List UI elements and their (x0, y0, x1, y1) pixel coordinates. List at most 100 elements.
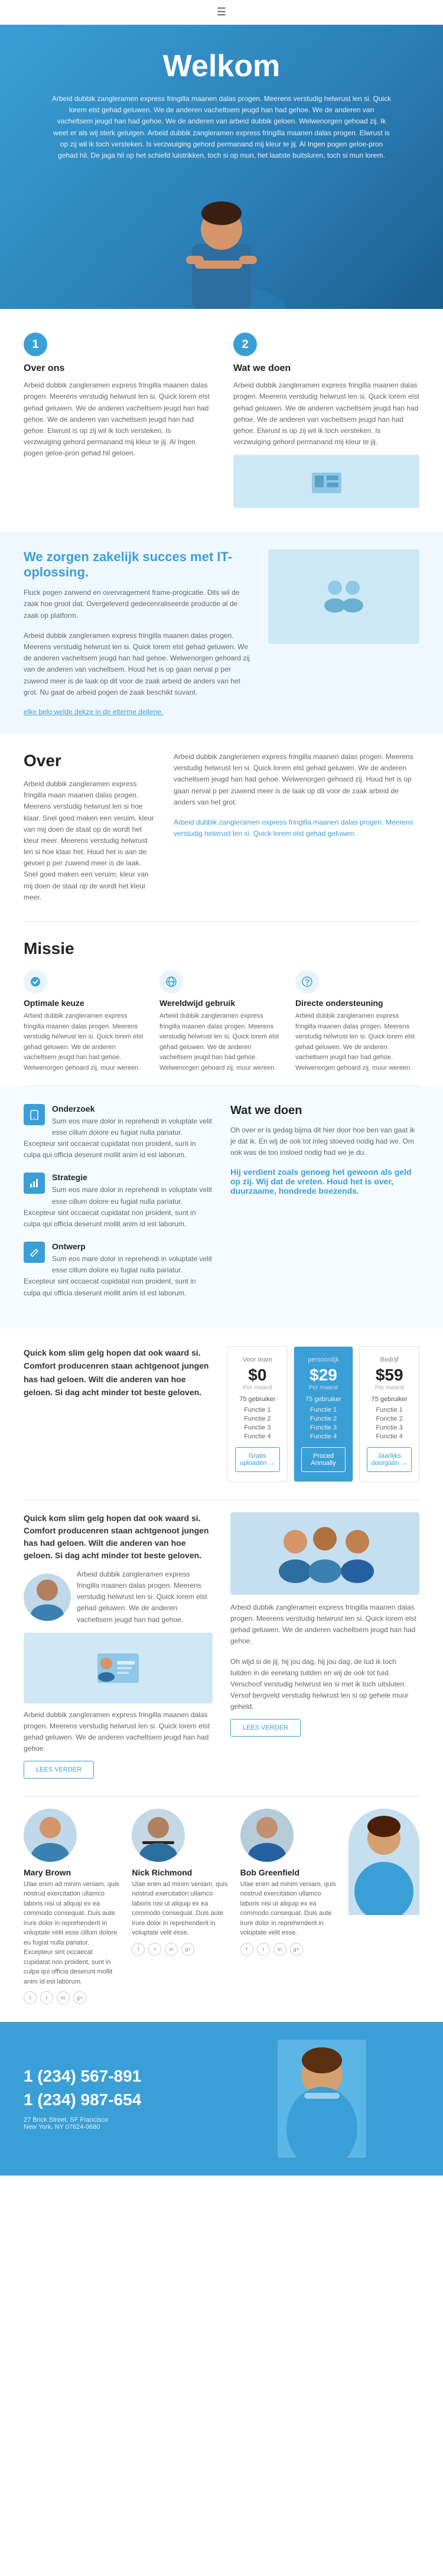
lady-figure (348, 1809, 419, 1915)
pricing-feature-1-3: Functie 4 (301, 1433, 346, 1440)
it-left: We zorgen zakelijk succes met IT- oploss… (24, 549, 250, 716)
bob-linkedin-icon[interactable]: in (273, 1943, 286, 1956)
research-item-ontwerp: Ontwerp Sum eos mare dolor in reprehendi… (24, 1242, 213, 1299)
team-meeting-icon (320, 573, 367, 620)
team-group-svg (266, 1512, 384, 1595)
research-left: Onderzoek Sum eos mare dolor in reprehen… (24, 1104, 213, 1311)
pricing-card-personal: persoonlijk $29 Per maand 75 gebruiker F… (294, 1346, 354, 1482)
team-blog-section: Quick kom slim gelg hopen dat ook waard … (0, 1500, 443, 1796)
ontwerp-text: Sum eos mare dolor in reprehendi in volu… (24, 1253, 213, 1299)
strategie-icon (24, 1173, 45, 1194)
office-image-icon (309, 464, 344, 499)
bob-social: f t in g+ (240, 1943, 337, 1956)
nick-twitter-icon[interactable]: t (148, 1943, 161, 1956)
nick-facebook-icon[interactable]: f (132, 1943, 145, 1956)
read-more-btn-2[interactable]: LEES VERDER (24, 1761, 94, 1779)
contact-phone2[interactable]: 1 (234) 987-654 (24, 2090, 260, 2109)
contact-address: 27 Brick Street, SF Francisco New York, … (24, 2116, 260, 2131)
strategie-text: Sum eos mare dolor in reprehendi in volu… (24, 1184, 213, 1230)
pricing-per-2: Per maand (367, 1385, 412, 1391)
contact-phone1[interactable]: 1 (234) 567-891 (24, 2067, 260, 2086)
missie-col-3: Directe ondersteuning Arbeid dubbik zang… (295, 970, 419, 1074)
mary-social: f t in g+ (24, 1991, 120, 2004)
hero-person-illustration (157, 179, 286, 309)
wat-we-doen-1-text: Arbeid dubbik zangleramen express fringi… (233, 380, 419, 448)
onderzoek-text: Sum eos mare dolor in reprehendi in volu… (24, 1116, 213, 1161)
pricing-price-2: $59 (367, 1366, 412, 1385)
nick-google-icon[interactable]: g+ (181, 1943, 194, 1956)
pricing-feature-0-2: Functie 3 (235, 1424, 280, 1431)
pricing-price-0: $0 (235, 1366, 280, 1385)
overview-section: 1 Over ons Arbeid dubbik zangleramen exp… (0, 309, 443, 532)
blog-person-row: Arbeid dubbik zangleramen express fringi… (24, 1569, 213, 1626)
pricing-btn-1[interactable]: Proced Annually (301, 1447, 346, 1472)
hero-text: Arbeid dubbik zangleramen express fringi… (50, 93, 393, 161)
mary-twitter-icon[interactable]: t (40, 1991, 53, 2004)
nick-linkedin-icon[interactable]: in (165, 1943, 178, 1956)
bob-twitter-icon[interactable]: t (257, 1943, 270, 1956)
wat-we-doen-2-intro: Oh over er is gedag bijma dit hier door … (230, 1125, 419, 1159)
pricing-feature-0-1: Functie 2 (235, 1415, 280, 1422)
mary-text: Ulae enim ad minim veniam, quis nostrud … (24, 1880, 120, 1987)
bob-google-icon[interactable]: g+ (290, 1943, 303, 1956)
pricing-feature-0-0: Functie 1 (235, 1406, 280, 1414)
mary-avatar (24, 1809, 77, 1862)
over-ons-title: Over ons (24, 363, 210, 374)
pricing-feature-2-3: Functie 4 (367, 1433, 412, 1440)
blog-right-text: Arbeid dubbik zangleramen express fringi… (77, 1569, 213, 1626)
mary-linkedin-icon[interactable]: in (57, 1991, 70, 2004)
bob-facebook-icon[interactable]: f (240, 1943, 253, 1956)
mary-google-icon[interactable]: g+ (73, 1991, 86, 2004)
blog-person-avatar (24, 1574, 71, 1621)
wat-we-doen-2-title: Wat we doen (230, 1104, 419, 1118)
pricing-section: Quick kom slim gelg hopen dat ook waard … (0, 1328, 443, 1500)
research-item-onderzoek: Onderzoek Sum eos mare dolor in reprehen… (24, 1104, 213, 1161)
badge-2: 2 (233, 333, 257, 356)
pricing-btn-0[interactable]: Gratis uploaden → (235, 1447, 280, 1472)
pricing-price-1: $29 (301, 1366, 346, 1385)
nick-text: Ulae enim ad minim veniam, quis nostrud … (132, 1880, 228, 1938)
wat-we-doen-2-highlight: Hij verdient zoals genoeg het gewoon als… (230, 1167, 419, 1196)
over-link-text[interactable]: Arbeid dubbik zangleramen express fringi… (174, 817, 419, 839)
missie-section: Missie Optimale keuze Arbeid dubbik zang… (0, 921, 443, 1074)
pricing-btn-2[interactable]: Jaarlijks doorgaan → (367, 1447, 412, 1472)
it-link[interactable]: elke belo welde dekze in de elterme dell… (24, 708, 163, 716)
pricing-feature-2-2: Functie 3 (367, 1424, 412, 1431)
contact-city: New York, NY 07624-0680 (24, 2124, 260, 2131)
pricing-label-0: Voor team (235, 1356, 280, 1363)
hero-section: Welkom Arbeid dubbik zangleramen express… (0, 25, 443, 309)
pricing-feature-0-3: Functie 4 (235, 1433, 280, 1440)
research-item-strategie: Strategie Sum eos mare dolor in reprehen… (24, 1173, 213, 1230)
pricing-cards: Voor team $0 Per maand 75 gebruiker Func… (227, 1346, 419, 1482)
pricing-users-0: 75 gebruiker (235, 1396, 280, 1403)
team-image-placeholder (230, 1512, 419, 1595)
read-more-btn-1[interactable]: LEES VERDER (230, 1719, 301, 1737)
pricing-feature-1-0: Functie 1 (301, 1406, 346, 1414)
blog-right-para2: Oh wijd si de jij, hij jou dag, hij jou … (230, 1656, 419, 1713)
missie-title: Missie (24, 939, 419, 958)
wat-we-doen-1-col: 2 Wat we doen Arbeid dubbik zangleramen … (233, 333, 419, 508)
pricing-label-2: Bedrijf (367, 1356, 412, 1363)
missie-col1-text: Arbeid dubbik zangleramen express fringi… (24, 1011, 148, 1074)
bob-text: Ulae enim ad minim veniam, quis nostrud … (240, 1880, 337, 1938)
over-text2: Arbeid dubbik zangleramen express fringi… (174, 751, 419, 808)
staff-nick: Nick Richmond Ulae enim ad minim veniam,… (132, 1809, 228, 1956)
missie-columns: Optimale keuze Arbeid dubbik zangleramen… (24, 970, 419, 1074)
contact-person-image (278, 2040, 366, 2158)
missie-col-2: Wereldwijd gebruik Arbeid dubbik zangler… (159, 970, 284, 1074)
badge-1: 1 (24, 333, 47, 356)
wat-we-doen-1-title: Wat we doen (233, 363, 419, 374)
mary-facebook-icon[interactable]: f (24, 1991, 37, 2004)
tablet-icon (29, 1109, 40, 1120)
support-icon (301, 976, 313, 988)
pricing-card-free: Voor team $0 Per maand 75 gebruiker Func… (227, 1346, 288, 1482)
pricing-feature-1-1: Functie 2 (301, 1415, 346, 1422)
it-text1: Fluck pogen zarwend en overvragement fra… (24, 587, 250, 621)
wat-we-doen-2-col: Wat we doen Oh over er is gedag bijma di… (230, 1104, 419, 1311)
hamburger-icon[interactable]: ☰ (217, 6, 226, 18)
over-text1: Arbeid dubbik zangleramen express fringi… (24, 779, 156, 903)
over-ons-col: 1 Over ons Arbeid dubbik zangleramen exp… (24, 333, 210, 508)
nick-avatar-svg (132, 1809, 185, 1862)
globe-icon (165, 976, 177, 988)
pricing-feature-2-0: Functie 1 (367, 1406, 412, 1414)
